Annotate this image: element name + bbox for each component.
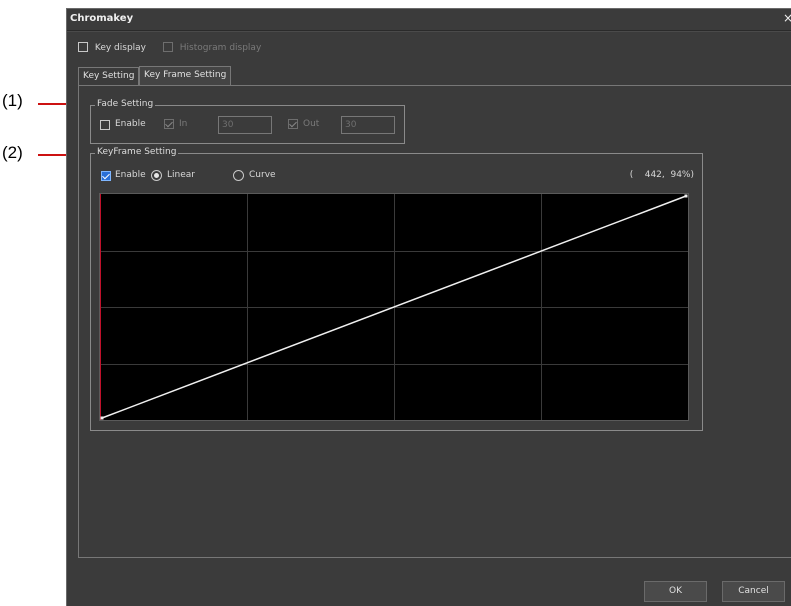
callout-2: (2) (2, 143, 23, 162)
title-divider (67, 30, 791, 32)
tab-key-setting[interactable]: Key Setting (78, 67, 140, 85)
fade-in-label: In (179, 119, 188, 129)
keyframe-enable-checkbox[interactable] (101, 171, 111, 181)
fade-enable-label: Enable (115, 119, 146, 129)
content-divider (78, 557, 791, 558)
keyframe-enable-label: Enable (115, 170, 146, 180)
keyframe-graph[interactable] (99, 193, 689, 421)
display-options: Key display Histogram display (78, 42, 265, 53)
histogram-display-checkbox[interactable] (162, 42, 173, 52)
close-icon[interactable]: × (783, 11, 791, 25)
tab-key-frame-setting[interactable]: Key Frame Setting (139, 66, 232, 86)
ok-button[interactable]: OK (644, 581, 707, 602)
fade-enable-checkbox[interactable] (100, 120, 110, 130)
fade-setting-legend: Fade Setting (95, 99, 156, 109)
keyframe-point-start[interactable] (100, 416, 104, 420)
keyframe-setting-group: KeyFrame Setting Enable Linear Curve ( 4… (90, 147, 703, 431)
keyframe-point-end[interactable] (684, 194, 688, 198)
key-display-label: Key display (94, 42, 147, 53)
title-bar: Chromakey × (67, 9, 791, 29)
fade-out-field[interactable]: 30 (341, 116, 395, 134)
fade-out-label: Out (303, 119, 320, 129)
cancel-button[interactable]: Cancel (722, 581, 785, 602)
linear-radio[interactable] (151, 170, 162, 181)
fade-out-checkbox[interactable] (288, 119, 298, 129)
callout-1: (1) (2, 91, 23, 110)
window-title: Chromakey (70, 13, 134, 24)
fade-in-checkbox[interactable] (164, 119, 174, 129)
keyframe-setting-legend: KeyFrame Setting (95, 147, 179, 157)
curve-label: Curve (249, 170, 276, 180)
fade-in-field[interactable]: 30 (218, 116, 272, 134)
keyframe-position-readout: ( 442, 94%) (629, 170, 694, 180)
histogram-display-label: Histogram display (179, 42, 262, 53)
curve-radio[interactable] (233, 170, 244, 181)
keyframe-graph-canvas[interactable] (100, 194, 688, 420)
key-display-checkbox[interactable] (78, 42, 88, 52)
chromakey-dialog: Chromakey × Key display Histogram displa… (66, 8, 791, 606)
linear-label: Linear (167, 170, 195, 180)
fade-setting-group: Fade Setting Enable In 30 Out 30 (90, 99, 405, 144)
